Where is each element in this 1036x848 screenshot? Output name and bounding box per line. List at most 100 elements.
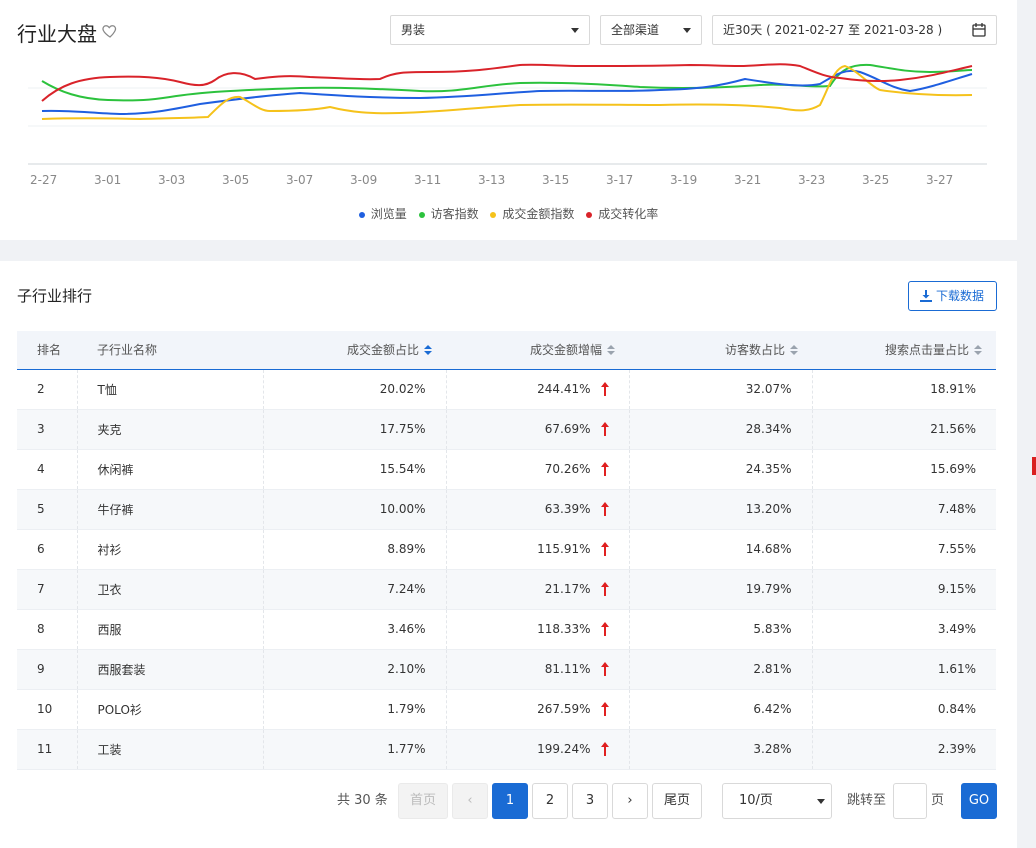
cell-name: 牛仔裤 xyxy=(76,489,263,529)
cell-visitor-share: 6.42% xyxy=(628,689,812,729)
first-page-button[interactable]: 首页 xyxy=(398,783,448,819)
cell-visitor-share: 28.34% xyxy=(628,409,812,449)
table-header-row: 排名 子行业名称 成交金额占比 成交金额增幅 访客数占比 搜索点击量占比 xyxy=(17,331,996,369)
cell-search-click-share: 2.39% xyxy=(811,729,996,769)
growth-value: 199.24% xyxy=(537,741,591,756)
channel-select[interactable]: 全部渠道 xyxy=(600,15,702,45)
page-button-1[interactable]: 1 xyxy=(492,783,528,819)
sort-icon xyxy=(790,345,798,356)
cell-rank: 2 xyxy=(37,382,45,396)
arrow-up-icon xyxy=(600,702,609,717)
cell-rank: 10 xyxy=(37,702,53,716)
date-range-picker[interactable]: 近30天 ( 2021-02-27 至 2021-03-28 ) xyxy=(712,15,997,45)
growth-value: 118.33% xyxy=(537,621,591,636)
column-header-visitor-share[interactable]: 访客数占比 xyxy=(629,331,812,369)
gender-select-value: 男装 xyxy=(401,23,426,37)
cell-search-click-share: 0.84% xyxy=(811,689,996,729)
x-tick-label: 3-23 xyxy=(798,173,826,187)
table-row[interactable]: 5 牛仔裤 10.00% 63.39% 13.20% 7.48% xyxy=(17,489,996,529)
x-tick-label: 3-07 xyxy=(286,173,314,187)
x-tick-label: 3-27 xyxy=(926,173,954,187)
table-row[interactable]: 10 POLO衫 1.79% 267.59% 6.42% 0.84% xyxy=(17,689,996,729)
x-tick-label: 3-01 xyxy=(94,173,122,187)
cell-name: 工装 xyxy=(76,729,263,769)
legend-item-page-views[interactable]: 浏览量 xyxy=(358,205,407,222)
cell-visitor-share: 24.35% xyxy=(628,449,812,489)
cell-search-click-share: 15.69% xyxy=(811,449,996,489)
cell-rank: 3 xyxy=(37,422,45,436)
cell-rank: 7 xyxy=(37,582,45,596)
growth-value: 21.17% xyxy=(544,581,591,596)
cell-rank: 8 xyxy=(37,622,45,636)
chevron-down-icon xyxy=(817,799,825,804)
cell-amount-growth: 63.39% xyxy=(445,489,629,529)
legend-item-transaction-amount-index[interactable]: 成交金额指数 xyxy=(490,205,574,222)
page-size-value: 10/页 xyxy=(739,793,773,808)
table-row[interactable]: 6 衬衫 8.89% 115.91% 14.68% 7.55% xyxy=(17,529,996,569)
growth-value: 115.91% xyxy=(537,541,591,556)
arrow-up-icon xyxy=(600,462,609,477)
chart-legend: 浏览量 访客指数 成交金额指数 成交转化率 xyxy=(0,205,1017,222)
legend-item-visitor-index[interactable]: 访客指数 xyxy=(418,205,479,222)
cell-search-click-share: 3.49% xyxy=(811,609,996,649)
cell-visitor-share: 32.07% xyxy=(628,369,812,409)
x-tick-label: 3-09 xyxy=(350,173,378,187)
cell-search-click-share: 18.91% xyxy=(811,369,996,409)
table-row[interactable]: 8 西服 3.46% 118.33% 5.83% 3.49% xyxy=(17,609,996,649)
page-size-select[interactable]: 10/页 xyxy=(722,783,832,819)
x-tick-label: 3-11 xyxy=(414,173,442,187)
scroll-indicator[interactable] xyxy=(1032,457,1036,475)
legend-label: 浏览量 xyxy=(370,207,407,221)
channel-select-value: 全部渠道 xyxy=(611,23,660,37)
growth-value: 70.26% xyxy=(544,461,591,476)
cell-amount-growth: 115.91% xyxy=(445,529,629,569)
table-row[interactable]: 3 夹克 17.75% 67.69% 28.34% 21.56% xyxy=(17,409,996,449)
legend-item-conversion-rate[interactable]: 成交转化率 xyxy=(586,205,658,222)
column-header-label: 成交金额增幅 xyxy=(529,343,602,358)
legend-label: 成交金额指数 xyxy=(502,207,575,221)
cell-amount-share: 1.79% xyxy=(262,689,446,729)
cell-rank: 5 xyxy=(37,502,45,516)
favorite-heart-icon[interactable] xyxy=(101,22,119,40)
legend-label: 成交转化率 xyxy=(598,207,659,221)
ranking-table: 排名 子行业名称 成交金额占比 成交金额增幅 访客数占比 搜索点击量占比 2 T恤… xyxy=(17,331,996,770)
cell-name: POLO衫 xyxy=(76,689,263,729)
table-row[interactable]: 11 工装 1.77% 199.24% 3.28% 2.39% xyxy=(17,729,996,769)
gender-select[interactable]: 男装 xyxy=(390,15,590,45)
column-header-amount-growth[interactable]: 成交金额增幅 xyxy=(446,331,629,369)
column-header-search-click-share[interactable]: 搜索点击量占比 xyxy=(812,331,996,369)
table-row[interactable]: 4 休闲裤 15.54% 70.26% 24.35% 15.69% xyxy=(17,449,996,489)
cell-name: 休闲裤 xyxy=(76,449,263,489)
next-page-button[interactable]: › xyxy=(612,783,648,819)
cell-search-click-share: 21.56% xyxy=(811,409,996,449)
date-range-value: 近30天 ( 2021-02-27 至 2021-03-28 ) xyxy=(723,23,943,37)
column-header-label: 访客数占比 xyxy=(724,343,785,358)
column-header-label: 成交金额占比 xyxy=(346,343,419,358)
growth-value: 81.11% xyxy=(544,661,591,676)
legend-dot-icon xyxy=(586,211,593,218)
arrow-up-icon xyxy=(600,422,609,437)
cell-amount-growth: 81.11% xyxy=(445,649,629,689)
page-title: 行业大盘 xyxy=(17,22,97,46)
x-tick-label: 3-05 xyxy=(222,173,250,187)
last-page-button[interactable]: 尾页 xyxy=(652,783,702,819)
table-row[interactable]: 7 卫衣 7.24% 21.17% 19.79% 9.15% xyxy=(17,569,996,609)
go-button[interactable]: GO xyxy=(961,783,997,819)
table-row[interactable]: 9 西服套装 2.10% 81.11% 2.81% 1.61% xyxy=(17,649,996,689)
growth-value: 67.69% xyxy=(544,421,591,436)
download-data-button[interactable]: 下载数据 xyxy=(908,281,997,311)
page-unit-label: 页 xyxy=(931,793,945,808)
column-header-amount-share[interactable]: 成交金额占比 xyxy=(263,331,446,369)
cell-search-click-share: 7.48% xyxy=(811,489,996,529)
page-button-3[interactable]: 3 xyxy=(572,783,608,819)
page-button-2[interactable]: 2 xyxy=(532,783,568,819)
arrow-up-icon xyxy=(600,502,609,517)
table-row[interactable]: 2 T恤 20.02% 244.41% 32.07% 18.91% xyxy=(17,369,996,409)
prev-page-button[interactable]: ‹ xyxy=(452,783,488,819)
cell-visitor-share: 19.79% xyxy=(628,569,812,609)
jump-page-input[interactable] xyxy=(893,783,927,819)
cell-amount-growth: 267.59% xyxy=(445,689,629,729)
download-label: 下载数据 xyxy=(935,289,984,303)
x-tick-label: 2-27 xyxy=(30,173,58,187)
arrow-up-icon xyxy=(600,542,609,557)
